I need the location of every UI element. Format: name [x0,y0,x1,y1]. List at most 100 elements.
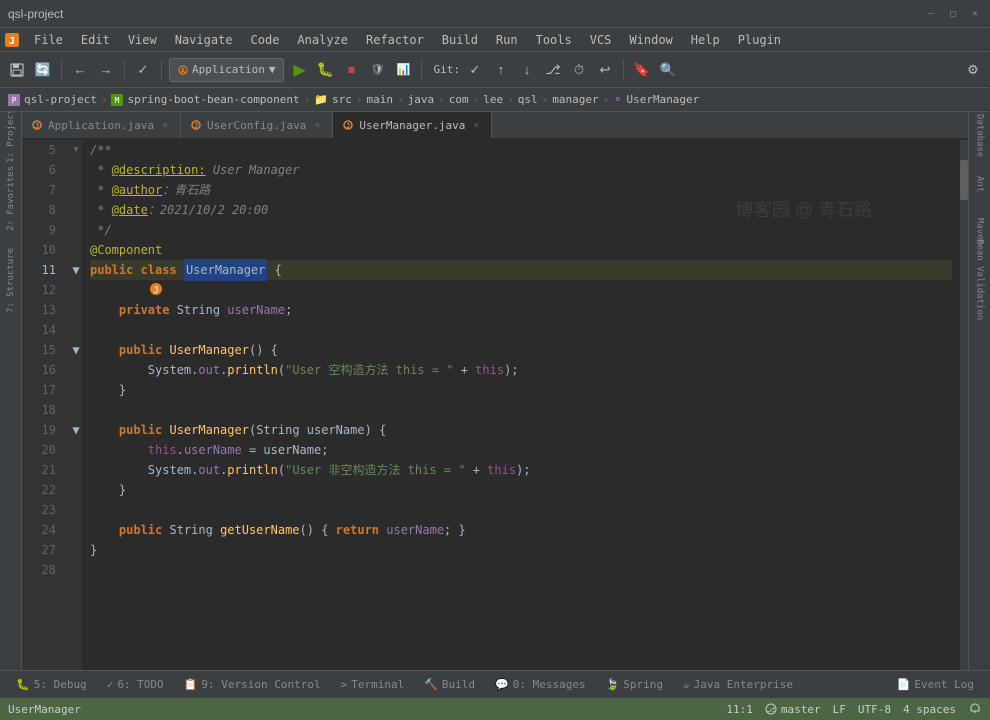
scroll-indicator[interactable] [960,140,968,670]
git-check-btn[interactable]: ✓ [464,59,486,81]
breadcrumb-qsl[interactable]: qsl [518,93,538,106]
status-encoding[interactable]: UTF-8 [858,703,891,716]
bookmark-btn[interactable]: 🔖 [631,59,653,81]
menu-plugin[interactable]: Plugin [730,31,789,49]
find-btn[interactable]: 🔍 [657,59,679,81]
status-indent[interactable]: 4 spaces [903,703,956,716]
git-branch-btn[interactable]: ⎇ [542,59,564,81]
code-line-7: * @author：青石路 [90,180,952,200]
toolbar-sep-5 [623,60,624,80]
sidebar-item-project[interactable]: 1: Project [2,116,20,156]
sidebar-item-favorites[interactable]: 2: Favorites [2,178,20,218]
tab-application-java[interactable]: J Application.java × [22,112,181,138]
bottom-tab-spring[interactable]: 🍃 Spring [598,674,671,696]
toolbar-save-btn[interactable] [6,59,28,81]
menu-refactor[interactable]: Refactor [358,31,432,49]
code-line-6: * @description: User Manager [90,160,952,180]
window-controls: — □ ✕ [924,7,982,21]
toolbar-back-btn[interactable]: ← [69,59,91,81]
ln-22: 22 [22,480,62,500]
fold-19[interactable]: ▼ [70,420,82,440]
tab-usermanager-java[interactable]: J UserManager.java × [333,112,492,138]
bottom-tab-event-log[interactable]: 📄 Event Log [889,674,982,696]
tab-application-close[interactable]: × [160,120,170,131]
status-class-label: UserManager [8,703,81,716]
breadcrumb-project[interactable]: P qsl-project [8,93,97,106]
menu-run[interactable]: Run [488,31,526,49]
fold-5[interactable]: ▼ [70,140,82,160]
menu-vcs[interactable]: VCS [582,31,620,49]
menu-file[interactable]: File [26,31,71,49]
run-configuration[interactable]: A Application ▼ [169,58,284,82]
breadcrumb-com[interactable]: com [449,93,469,106]
maximize-button[interactable]: □ [946,7,960,21]
menu-analyze[interactable]: Analyze [289,31,356,49]
status-lf[interactable]: LF [833,703,846,716]
git-rollback-btn[interactable]: ↩ [594,59,616,81]
fold-11[interactable]: ▼ [70,260,82,280]
menu-edit[interactable]: Edit [73,31,118,49]
breadcrumb-lee[interactable]: lee [483,93,503,106]
svg-text:J: J [346,122,350,130]
minimize-button[interactable]: — [924,7,938,21]
code-line-9: */ [90,220,952,240]
window-title: qsl-project [8,7,63,21]
toolbar-forward-btn[interactable]: → [95,59,117,81]
bottom-tab-build[interactable]: 🔨 Build [416,674,483,696]
sidebar-ant[interactable]: Ant [971,164,989,204]
menu-navigate[interactable]: Navigate [167,31,241,49]
tab-usermanager-close[interactable]: × [471,120,481,131]
tab-userconfig-java[interactable]: J UserConfig.java × [181,112,333,138]
bottom-tab-todo[interactable]: ✓ 6: TODO [99,674,172,696]
toolbar-check-btn[interactable]: ✓ [132,59,154,81]
git-history-btn[interactable]: ⏱ [568,59,590,81]
breadcrumb-src[interactable]: 📁 src [314,93,352,106]
status-notifications[interactable] [968,702,982,716]
stop-btn[interactable]: ⏹ [340,59,362,81]
bottom-tab-debug[interactable]: 🐛 5: Debug [8,674,95,696]
status-git[interactable]: ⎇ master [765,703,821,716]
tab-userconfig-close[interactable]: × [312,120,322,131]
breadcrumb-java[interactable]: java [408,93,435,106]
bottom-tab-terminal[interactable]: > Terminal [333,674,413,696]
bottom-tab-messages[interactable]: 💬 0: Messages [487,674,594,696]
sidebar-bean-validation[interactable]: Bean Validation [971,260,989,300]
ln-16: 16 [22,360,62,380]
bottom-tab-java-enterprise[interactable]: ☕ Java Enterprise [675,674,801,696]
menu-window[interactable]: Window [621,31,680,49]
code-line-24: public String getUserName() { return use… [90,520,952,540]
breadcrumb-main[interactable]: main [367,93,394,106]
scroll-thumb [960,160,968,200]
settings-btn[interactable]: ⚙ [962,59,984,81]
svg-text:J: J [194,122,198,130]
coverage-btn[interactable]: 🛡 [366,59,388,81]
ln-9: 9 [22,220,62,240]
editor-area: J Application.java × J UserConfig.java ×… [22,112,968,670]
toolbar-sync-btn[interactable]: 🔄 [32,59,54,81]
sidebar-database[interactable]: Database [971,116,989,156]
git-pull-btn[interactable]: ↓ [516,59,538,81]
breadcrumb-usermanager[interactable]: ⚬ UserManager [613,93,699,106]
menu-code[interactable]: Code [243,31,288,49]
git-push-btn[interactable]: ↑ [490,59,512,81]
menu-view[interactable]: View [120,31,165,49]
code-content[interactable]: /** * @description: User Manager * @auth… [82,140,960,670]
svg-text:J: J [35,122,39,130]
fold-21 [70,460,82,480]
close-button[interactable]: ✕ [968,7,982,21]
menu-help[interactable]: Help [683,31,728,49]
breadcrumb-module[interactable]: M spring-boot-bean-component [111,93,299,106]
debug-btn[interactable]: 🐛 [314,59,336,81]
menu-build[interactable]: Build [434,31,486,49]
breadcrumb-manager[interactable]: manager [552,93,598,106]
menu-tools[interactable]: Tools [528,31,580,49]
ln-19: 19 [22,420,62,440]
status-class[interactable]: UserManager [8,703,81,716]
fold-24 [70,520,82,540]
profiler-btn[interactable]: 📊 [392,59,414,81]
sidebar-item-structure[interactable]: 7: Structure [2,260,20,300]
bottom-tab-version-control[interactable]: 📋 9: Version Control [176,674,329,696]
fold-15[interactable]: ▼ [70,340,82,360]
status-position[interactable]: 11:1 [726,703,753,716]
run-btn[interactable]: ▶ [288,59,310,81]
